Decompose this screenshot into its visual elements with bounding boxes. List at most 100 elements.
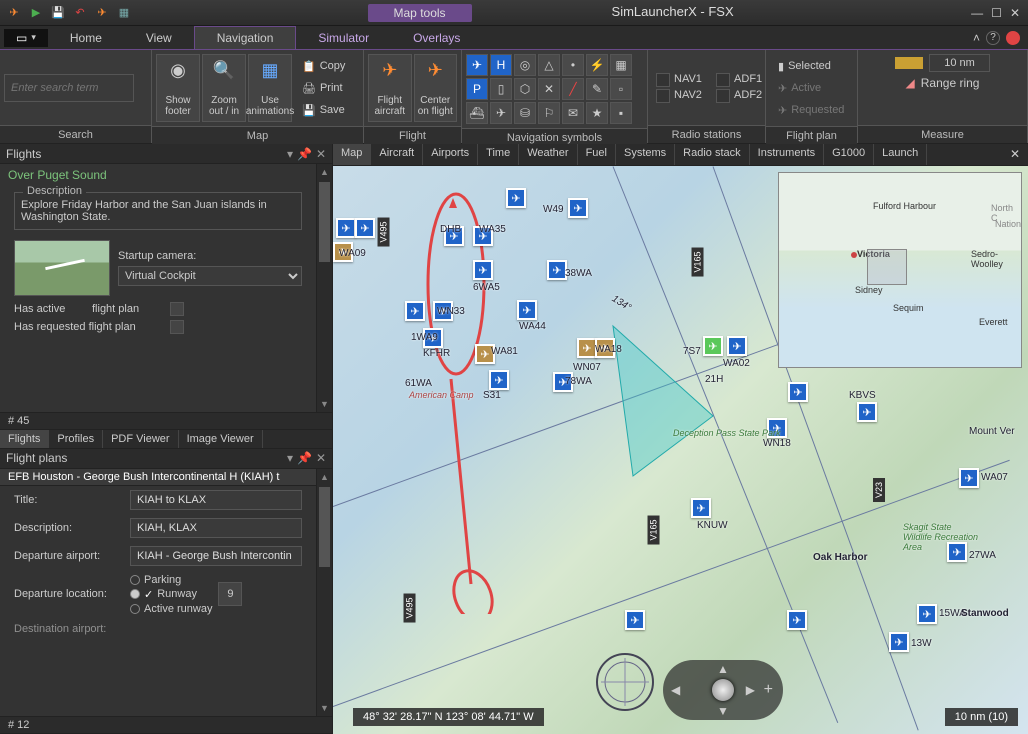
play-icon[interactable]: ▶	[28, 5, 44, 21]
fplan-selected[interactable]: EFB Houston - George Bush Intercontinent…	[0, 469, 316, 486]
undo-icon[interactable]: ↶	[72, 5, 88, 21]
airport-icon[interactable]: ✈	[727, 336, 747, 356]
runway-number[interactable]: 9	[218, 582, 242, 606]
minimize-icon[interactable]: —	[971, 6, 983, 20]
airport-icon[interactable]: ✈	[506, 188, 526, 208]
tab-launch[interactable]: Launch	[874, 144, 927, 165]
menu-overlays[interactable]: Overlays	[391, 27, 482, 49]
tab-image[interactable]: Image Viewer	[179, 430, 263, 448]
airport-icon[interactable]: ✈	[625, 610, 645, 630]
dot-icon[interactable]: •	[562, 54, 584, 76]
copy-button[interactable]: 📋Copy	[298, 56, 349, 76]
close-panel-icon[interactable]: ✕	[316, 147, 326, 161]
menu-home[interactable]: Home	[48, 27, 124, 49]
close-icon[interactable]: ✕	[1010, 6, 1020, 20]
maximize-icon[interactable]: ☐	[991, 6, 1002, 20]
fp-active[interactable]: ✈Active	[774, 78, 848, 98]
close-panel-icon[interactable]: ✕	[316, 451, 326, 465]
nav2-check[interactable]	[656, 89, 670, 103]
dropdown-icon[interactable]: ▾	[287, 451, 293, 465]
airport-icon[interactable]: ✈	[547, 260, 567, 280]
record-indicator[interactable]	[1006, 31, 1020, 45]
line-icon[interactable]: ╱	[562, 78, 584, 100]
db-icon[interactable]: ⛁	[514, 102, 536, 124]
tab-weather[interactable]: Weather	[519, 144, 577, 165]
has-active-check[interactable]	[170, 302, 184, 316]
tab-g1000[interactable]: G1000	[824, 144, 874, 165]
sq-icon[interactable]: ▫	[610, 78, 632, 100]
file-menu-button[interactable]: ▭▾	[4, 29, 48, 47]
save-icon[interactable]: 💾	[50, 5, 66, 21]
adf2-check[interactable]	[716, 89, 730, 103]
tab-pdf[interactable]: PDF Viewer	[103, 430, 178, 448]
airport-icon[interactable]: ✈	[405, 301, 425, 321]
save-button[interactable]: 💾Save	[298, 100, 349, 120]
tri-icon[interactable]: △	[538, 54, 560, 76]
airport-icon[interactable]: ✈	[473, 260, 493, 280]
camera-select[interactable]: Virtual Cockpit	[118, 266, 302, 286]
bolt-icon[interactable]: ⚡	[586, 54, 608, 76]
flights-scrollbar[interactable]: ▲▼	[316, 164, 332, 412]
runway-radio[interactable]: ✓ Runway	[130, 588, 212, 601]
dropdown-icon[interactable]: ▾	[287, 147, 293, 161]
airport-icon[interactable]: ✈	[568, 198, 588, 218]
tab-aircraft[interactable]: Aircraft	[371, 144, 423, 165]
menu-navigation[interactable]: Navigation	[194, 26, 297, 49]
chevron-up-icon[interactable]: ˄	[973, 31, 980, 45]
active-runway-radio[interactable]: Active runway	[130, 603, 212, 615]
plane2-icon[interactable]: ✈	[94, 5, 110, 21]
pin-icon[interactable]: 📌	[297, 147, 312, 161]
help-icon[interactable]: ?	[986, 31, 1000, 45]
tab-map[interactable]: Map	[333, 144, 371, 165]
menu-view[interactable]: View	[124, 27, 194, 49]
pan-joypad[interactable]: ◀ ▲ ▼ ▶ +	[663, 660, 783, 720]
tab-profiles[interactable]: Profiles	[49, 430, 103, 448]
minimap[interactable]: Victoria Fulford Harbour Sidney Sedro-Wo…	[778, 172, 1022, 368]
parking-radio[interactable]: Parking	[130, 574, 212, 586]
airport-icon[interactable]: ✈	[466, 54, 488, 76]
airport-icon[interactable]: ✈	[336, 218, 356, 238]
fplan-desc-input[interactable]	[130, 518, 302, 538]
airport-icon[interactable]: ✈	[489, 370, 509, 390]
star-icon[interactable]: ★	[586, 102, 608, 124]
adf1-check[interactable]	[716, 73, 730, 87]
airport-icon[interactable]: ✈	[788, 382, 808, 402]
tab-flights[interactable]: Flights	[0, 430, 49, 448]
show-footer-button[interactable]: ◉Show footer	[156, 54, 200, 122]
park-icon[interactable]: P	[466, 78, 488, 100]
tab-systems[interactable]: Systems	[616, 144, 675, 165]
read-icon[interactable]: ✉	[562, 102, 584, 124]
car-icon[interactable]: ▪	[610, 102, 632, 124]
airport-icon[interactable]: ✈	[889, 632, 909, 652]
tab-airports[interactable]: Airports	[423, 144, 478, 165]
airport-icon[interactable]: ✈	[703, 336, 723, 356]
fp-selected[interactable]: ▮Selected	[774, 56, 848, 76]
plane-icon[interactable]: ✈	[6, 5, 22, 21]
fplans-scrollbar[interactable]: ▲▼	[316, 469, 332, 717]
airport-icon[interactable]: ✈	[857, 402, 877, 422]
airport-icon[interactable]: ✈	[517, 300, 537, 320]
fplan-title-input[interactable]	[130, 490, 302, 510]
fplan-depapt-input[interactable]	[130, 546, 302, 566]
menu-simulator[interactable]: Simulator	[296, 27, 391, 49]
tab-radiostack[interactable]: Radio stack	[675, 144, 749, 165]
compass-icon[interactable]: ◎	[514, 54, 536, 76]
print-button[interactable]: 🖨Print	[298, 78, 349, 98]
eraser-icon[interactable]: ◢	[906, 76, 915, 90]
tab-time[interactable]: Time	[478, 144, 519, 165]
grid-icon[interactable]: ▦	[610, 54, 632, 76]
ship-icon[interactable]: ⛴	[466, 102, 488, 124]
tab-instruments[interactable]: Instruments	[750, 144, 824, 165]
airport-icon[interactable]: ✈	[355, 218, 375, 238]
tab-fuel[interactable]: Fuel	[578, 144, 616, 165]
tree-icon[interactable]: ⬡	[514, 78, 536, 100]
airport-icon[interactable]: ✈	[691, 498, 711, 518]
cross-icon[interactable]: ✕	[538, 78, 560, 100]
scale-readout[interactable]: 10 nm (10)	[945, 708, 1018, 726]
layers-icon[interactable]: ▦	[116, 5, 132, 21]
pin-icon[interactable]: 📌	[297, 451, 312, 465]
range-select[interactable]: 10 nm	[929, 54, 990, 72]
center-flight-button[interactable]: ✈Center on flight	[414, 54, 458, 122]
map-canvas[interactable]: 134° ✈ ✈ ✈ ✈ W49 ✈ ✈ DHB WA35 ✈ WA09 ✈ ✈…	[333, 166, 1028, 734]
zoom-button[interactable]: 🔍Zoom out / in	[202, 54, 246, 122]
